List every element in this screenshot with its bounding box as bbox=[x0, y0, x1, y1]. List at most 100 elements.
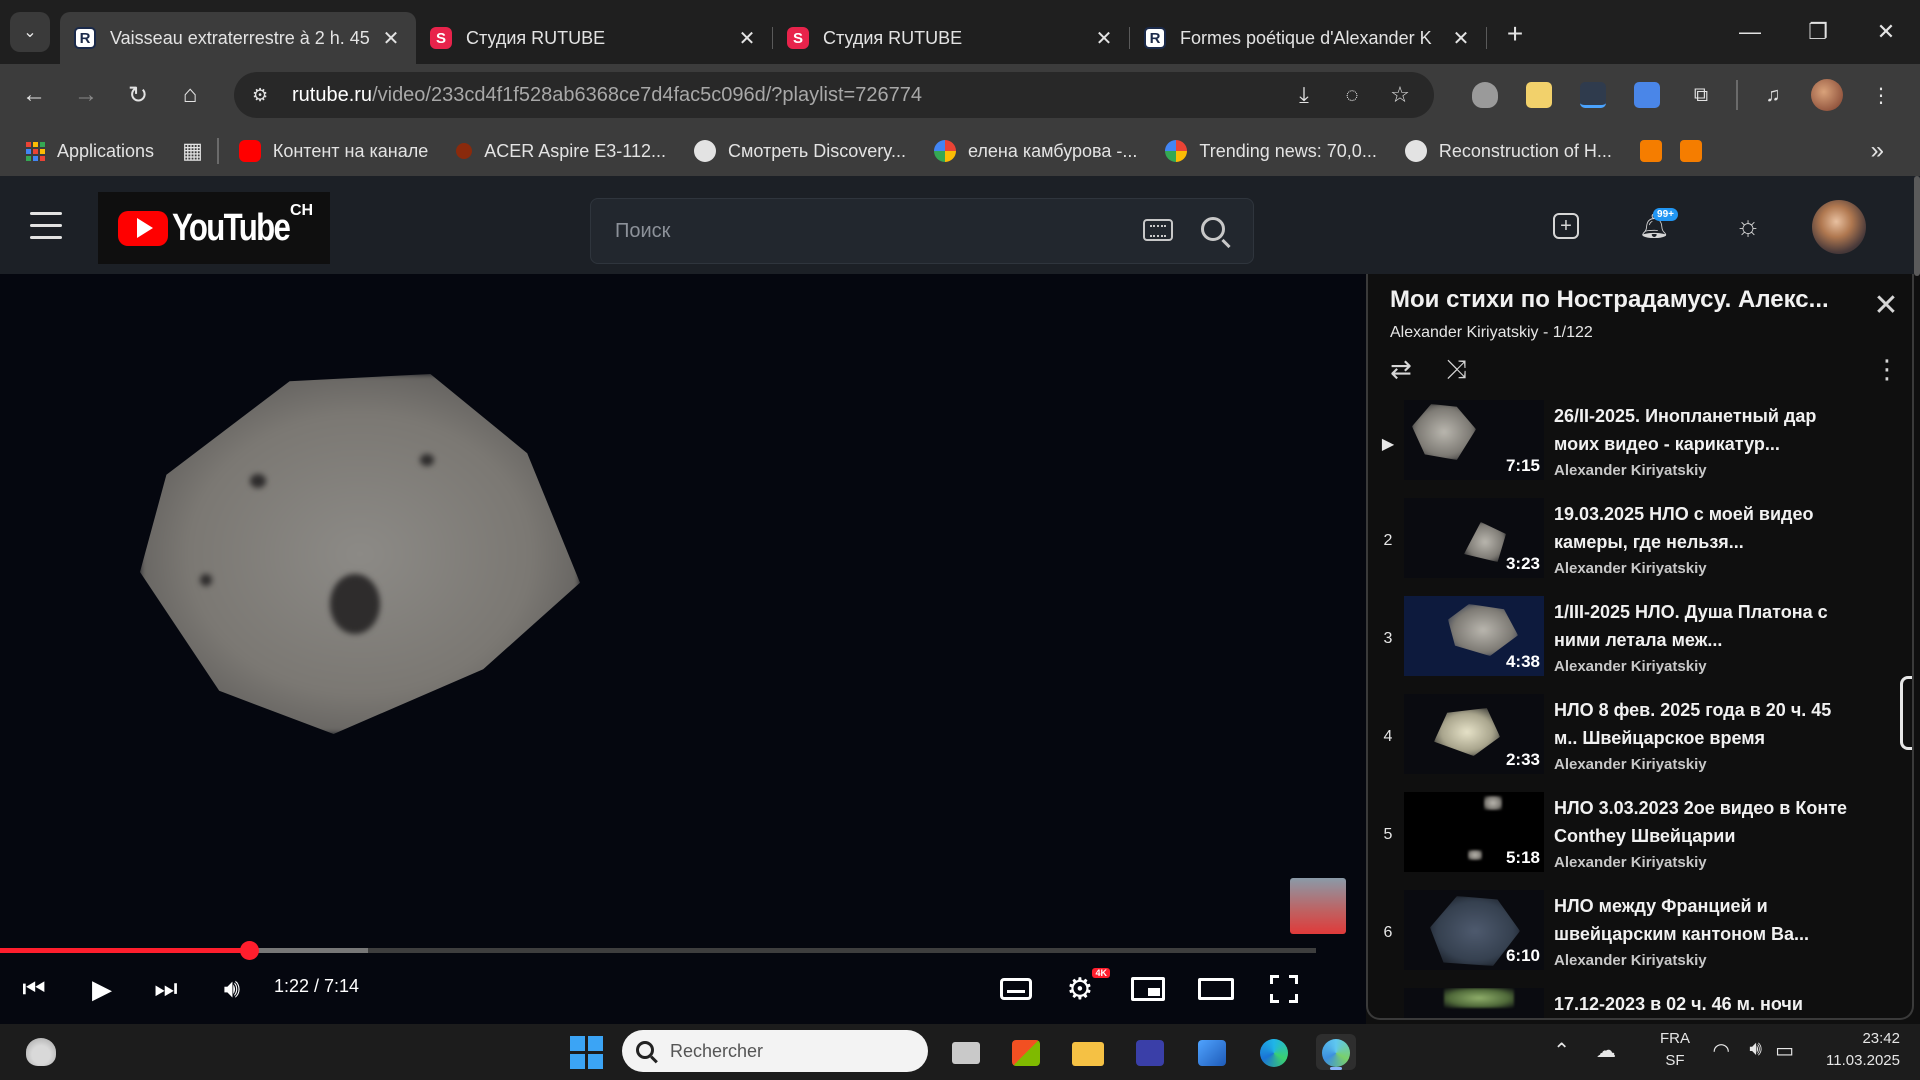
media-control-icon[interactable]: ♫ bbox=[1746, 75, 1800, 115]
taskbar-search-input[interactable]: Rechercher bbox=[622, 1030, 928, 1072]
minimize-button[interactable]: — bbox=[1716, 0, 1784, 64]
user-avatar[interactable] bbox=[1812, 200, 1866, 254]
progress-played bbox=[0, 948, 251, 953]
plus-icon: + bbox=[1506, 18, 1524, 49]
playlist-item[interactable]: ▶ 7:15 26/II-2025. Инопланетный дар моих… bbox=[1368, 400, 1912, 498]
playlist-item[interactable]: 5 5:18 НЛО 3.03.2023 2ое видео в Конте C… bbox=[1368, 792, 1912, 890]
star-icon[interactable]: ☆ bbox=[1376, 82, 1424, 108]
site-info-icon[interactable]: ⚙ bbox=[252, 85, 282, 106]
bookmark-label: Смотреть Discovery... bbox=[727, 140, 906, 161]
store-icon[interactable] bbox=[1006, 1034, 1046, 1070]
bookmark-channel-content[interactable]: Контент на канале bbox=[238, 140, 428, 162]
app-icon-m[interactable] bbox=[1130, 1034, 1170, 1070]
settings-button[interactable]: ⚙ 4K bbox=[1060, 964, 1110, 1014]
theater-mode-button[interactable] bbox=[1196, 964, 1236, 1014]
playlist-item[interactable]: 2 3:23 19.03.2025 НЛО с моей видео камер… bbox=[1368, 498, 1912, 596]
progress-bar[interactable] bbox=[0, 941, 1316, 960]
playlist-item[interactable]: 3 4:38 1/III-2025 НЛО. Душа Платона с ни… bbox=[1368, 596, 1912, 694]
fullscreen-button[interactable] bbox=[1264, 964, 1304, 1014]
translate-extension-icon[interactable] bbox=[1620, 75, 1674, 115]
more-options-icon[interactable]: ⋮ bbox=[1874, 354, 1900, 385]
start-button[interactable] bbox=[566, 1034, 606, 1070]
speaker-icon[interactable]: 🔊︎ bbox=[1749, 1038, 1762, 1061]
page-scrollbar[interactable] bbox=[1914, 176, 1920, 276]
new-tab-button[interactable]: + bbox=[1495, 14, 1535, 54]
rutube-favicon-icon: R bbox=[1144, 27, 1166, 49]
forward-button[interactable]: → bbox=[60, 75, 112, 115]
channel-watermark[interactable] bbox=[1290, 878, 1346, 934]
browser-tabstrip: ⌄ R Vaisseau extraterrestre à 2 h. 45 ✕ … bbox=[0, 0, 1920, 64]
back-button[interactable]: ← bbox=[8, 75, 60, 115]
shield-extension-icon[interactable] bbox=[1458, 75, 1512, 115]
close-icon[interactable]: ✕ bbox=[380, 26, 402, 51]
edge-icon[interactable] bbox=[1254, 1034, 1294, 1070]
bookmark-blogger-2[interactable] bbox=[1679, 140, 1702, 162]
browser-tab-1[interactable]: R Vaisseau extraterrestre à 2 h. 45 ✕ bbox=[60, 12, 416, 64]
browser-menu-icon[interactable]: ⋮ bbox=[1854, 75, 1908, 115]
notes-extension-icon[interactable] bbox=[1512, 75, 1566, 115]
playlist-title[interactable]: Мои стихи по Нострадамусу. Алекс... bbox=[1390, 286, 1850, 314]
home-button[interactable]: ⌂ bbox=[164, 75, 216, 115]
puzzle-extensions-icon[interactable]: ⧉ bbox=[1674, 75, 1728, 115]
next-button[interactable]: ⏭︎ bbox=[148, 964, 184, 1014]
bookmarks-overflow-icon[interactable]: » bbox=[1871, 137, 1884, 165]
install-app-icon[interactable]: ⤓ bbox=[1280, 82, 1328, 108]
task-view-icon[interactable] bbox=[946, 1034, 986, 1070]
chrome-app-icon[interactable] bbox=[1316, 1034, 1356, 1070]
bookmark-acer[interactable]: ACER Aspire E3-112... bbox=[456, 141, 666, 162]
restore-button[interactable]: ❐ bbox=[1784, 0, 1852, 64]
menu-icon[interactable] bbox=[30, 212, 62, 248]
video-title: 26/II-2025. Инопланетный дар моих видео … bbox=[1554, 406, 1817, 454]
chevron-up-icon[interactable]: ⌃ bbox=[1553, 1038, 1570, 1063]
tab-search-button[interactable]: ⌄ bbox=[10, 12, 50, 52]
photos-icon[interactable] bbox=[1192, 1034, 1232, 1070]
profile-avatar[interactable] bbox=[1800, 75, 1854, 115]
playlist-scroll-handle[interactable] bbox=[1900, 676, 1912, 750]
shuffle-icon[interactable]: ⤨ bbox=[1446, 354, 1467, 386]
reload-button[interactable]: ↻ bbox=[112, 75, 164, 115]
playlist-item[interactable]: 6 6:10 НЛО между Францией и швейцарским … bbox=[1368, 890, 1912, 988]
browser-tab-2[interactable]: S Студия RUTUBE ✕ bbox=[416, 12, 772, 64]
volume-button[interactable]: 🔊︎ bbox=[214, 964, 250, 1014]
battery-icon[interactable]: ▭ bbox=[1775, 1038, 1794, 1063]
weather-icon[interactable] bbox=[26, 1038, 56, 1066]
bookmark-blogger-1[interactable] bbox=[1639, 140, 1662, 162]
site-logo[interactable]: YouTube CH bbox=[98, 192, 330, 264]
play-button[interactable]: ▶ bbox=[82, 964, 122, 1014]
theme-toggle-button[interactable]: ☼ bbox=[1728, 206, 1768, 246]
progress-scrubber[interactable] bbox=[240, 941, 260, 960]
eye-off-icon[interactable]: ◌ bbox=[1328, 82, 1376, 108]
close-icon[interactable]: ✕ bbox=[1450, 26, 1472, 51]
bookmark-discovery[interactable]: Смотреть Discovery... bbox=[693, 140, 906, 162]
keyboard-icon[interactable] bbox=[1143, 219, 1173, 241]
clock[interactable]: 23:42 11.03.2025 bbox=[1826, 1028, 1900, 1072]
previous-button[interactable]: ⏮︎ bbox=[16, 964, 52, 1014]
repeat-icon[interactable]: ⇄ bbox=[1390, 354, 1412, 385]
close-icon[interactable]: ✕ bbox=[736, 26, 758, 51]
wifi-icon[interactable]: ◠ bbox=[1713, 1038, 1730, 1063]
playlist-item[interactable]: 17.12-2023 в 02 ч. 46 м. ночи bbox=[1368, 988, 1912, 1018]
window-close-button[interactable]: ✕ bbox=[1852, 0, 1920, 64]
bookmark-kamburova[interactable]: елена камбурова -... bbox=[933, 140, 1137, 162]
file-explorer-icon[interactable] bbox=[1068, 1034, 1108, 1070]
address-bar[interactable]: ⚙ rutube.ru /video/233cd4f1f528ab6368ce7… bbox=[234, 72, 1434, 118]
onedrive-icon[interactable]: ☁ bbox=[1596, 1038, 1616, 1063]
playlist-item[interactable]: 4 2:33 НЛО 8 фев. 2025 года в 20 ч. 45 м… bbox=[1368, 694, 1912, 792]
tab-groups-button[interactable]: ▦ bbox=[182, 138, 203, 164]
close-icon[interactable]: ✕ bbox=[1093, 26, 1115, 51]
search-input[interactable]: Поиск bbox=[590, 198, 1254, 264]
bookmark-trending-news[interactable]: Trending news: 70,0... bbox=[1165, 140, 1377, 162]
language-indicator[interactable]: FRA SF bbox=[1660, 1028, 1690, 1072]
notifications-button[interactable]: 🔔︎ 99+ bbox=[1634, 206, 1678, 246]
bookmark-applications[interactable]: Applications bbox=[26, 141, 154, 162]
search-icon[interactable] bbox=[1201, 217, 1225, 241]
video-player[interactable]: ⏮︎ ▶ ⏭︎ 🔊︎ 1:22 / 7:14 ⚙ 4K bbox=[0, 274, 1366, 1024]
browser-tab-4[interactable]: R Formes poétique d'Alexander K ✕ bbox=[1130, 12, 1486, 64]
bookmark-reconstruction[interactable]: Reconstruction of H... bbox=[1404, 140, 1612, 162]
language-extension-icon[interactable] bbox=[1566, 75, 1620, 115]
upload-button[interactable]: + bbox=[1546, 206, 1586, 246]
playlist-close-button[interactable]: ✕ bbox=[1870, 290, 1902, 322]
browser-tab-3[interactable]: S Студия RUTUBE ✕ bbox=[773, 12, 1129, 64]
miniplayer-button[interactable] bbox=[1128, 964, 1168, 1014]
subtitles-button[interactable] bbox=[996, 964, 1036, 1014]
